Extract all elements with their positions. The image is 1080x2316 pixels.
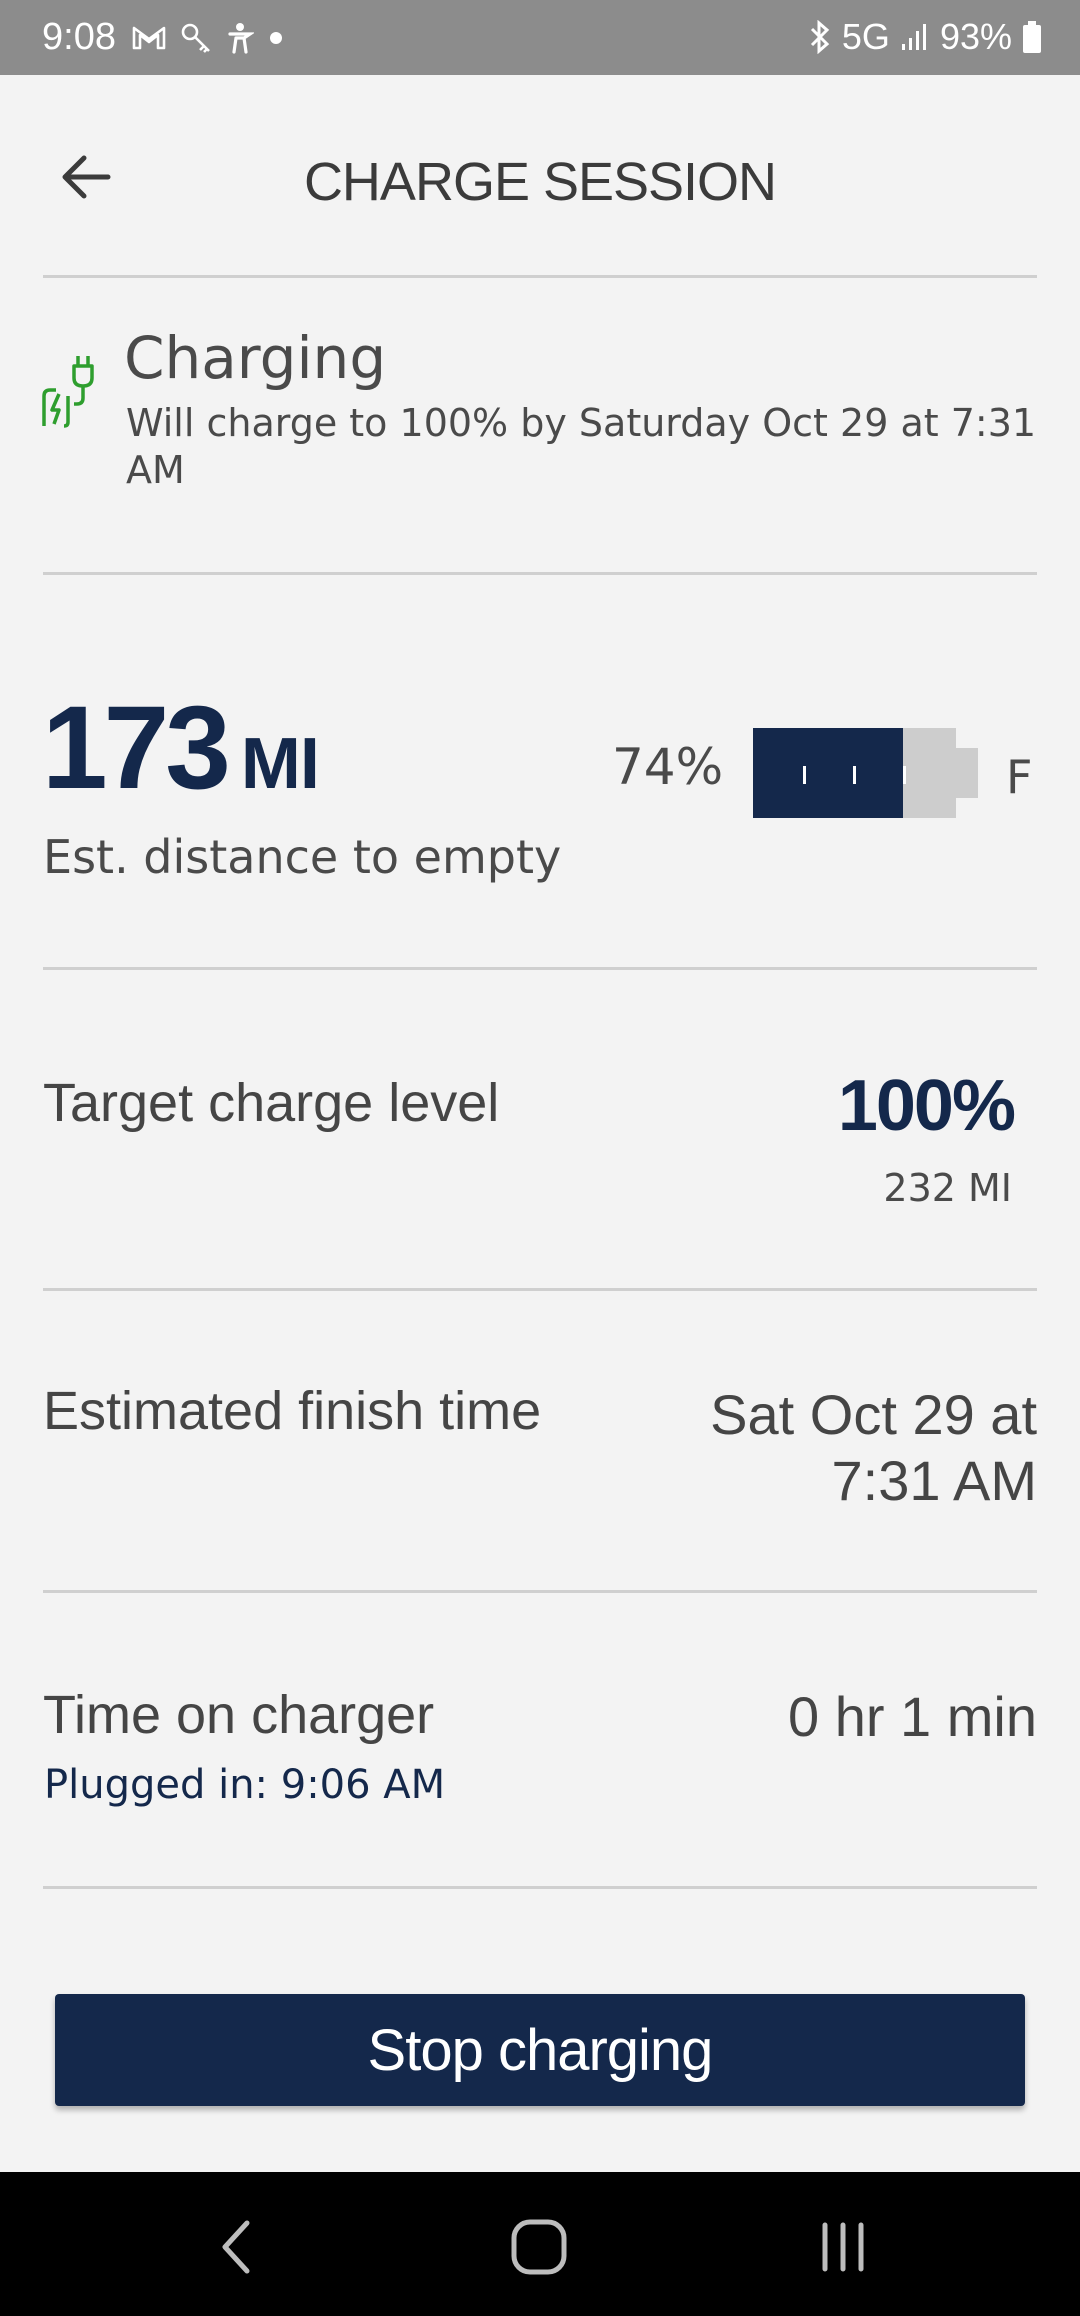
- bluetooth-icon: [810, 20, 830, 54]
- range-number: 173: [42, 682, 231, 814]
- target-charge-range: 232 MI: [883, 1166, 1012, 1210]
- divider: [43, 1886, 1037, 1889]
- battery-status-label: 93%: [939, 16, 1012, 57]
- dot-icon: [270, 32, 282, 44]
- divider: [43, 275, 1037, 278]
- nav-back-button[interactable]: [192, 2202, 282, 2292]
- system-nav-bar: [0, 2172, 1080, 2316]
- battery-full-label: F: [1006, 750, 1033, 804]
- charging-title: Charging: [124, 324, 387, 392]
- recents-icon: [822, 2222, 864, 2272]
- finish-time-line1: Sat Oct 29 at: [710, 1383, 1037, 1446]
- stop-charging-button[interactable]: Stop charging: [55, 1994, 1025, 2106]
- app-header: CHARGE SESSION: [0, 75, 1080, 277]
- time-on-charger-label: Time on charger: [43, 1685, 435, 1745]
- status-notification-icons: [132, 22, 284, 54]
- network-label: 5G: [841, 16, 890, 57]
- finish-time-value: Sat Oct 29 at 7:31 AM: [577, 1382, 1037, 1514]
- battery-gauge-nub: [956, 748, 978, 798]
- status-bar: 9:08 5G 93%: [0, 0, 1080, 75]
- gmail-icon: [132, 26, 166, 50]
- battery-percent: 74%: [612, 738, 724, 796]
- status-time: 9:08: [42, 16, 116, 58]
- page-title: CHARGE SESSION: [303, 152, 777, 212]
- phone-battery-icon: [1023, 21, 1041, 53]
- battery-tick: [853, 766, 856, 784]
- charging-plug-icon: [42, 356, 94, 428]
- nav-home-button[interactable]: [494, 2202, 584, 2292]
- finish-time-line2: 7:31 AM: [831, 1449, 1037, 1512]
- divider: [43, 572, 1037, 575]
- chevron-left-icon: [222, 2220, 250, 2274]
- range-label: Est. distance to empty: [43, 830, 562, 884]
- battery-tick: [903, 766, 906, 784]
- battery-gauge: [753, 728, 956, 818]
- accessibility-icon: [228, 23, 254, 54]
- range-value: 173 MI: [42, 680, 320, 816]
- range-unit: MI: [240, 724, 320, 804]
- target-charge-label: Target charge level: [43, 1073, 500, 1133]
- battery-gauge-fill: [753, 728, 904, 818]
- signal-icon: [901, 24, 926, 50]
- status-right: 5G 93%: [808, 16, 1042, 58]
- battery-tick: [803, 766, 806, 784]
- nav-recents-button[interactable]: [798, 2202, 888, 2292]
- range-summary: 173 MI Est. distance to empty 74% F: [0, 580, 1080, 950]
- home-icon: [511, 2219, 567, 2275]
- target-charge-value[interactable]: 100%: [838, 1065, 1016, 1147]
- charging-description: Will charge to 100% by Saturday Oct 29 a…: [126, 401, 1037, 492]
- charging-status: Charging Will charge to 100% by Saturday…: [0, 320, 1080, 500]
- finish-time-label: Estimated finish time: [43, 1381, 542, 1441]
- plugged-in-time: Plugged in: 9:06 AM: [44, 1762, 446, 1808]
- divider: [43, 1590, 1037, 1593]
- time-on-charger-value: 0 hr 1 min: [788, 1685, 1037, 1748]
- divider: [43, 967, 1037, 970]
- key-icon: [181, 23, 210, 53]
- divider: [43, 1288, 1037, 1291]
